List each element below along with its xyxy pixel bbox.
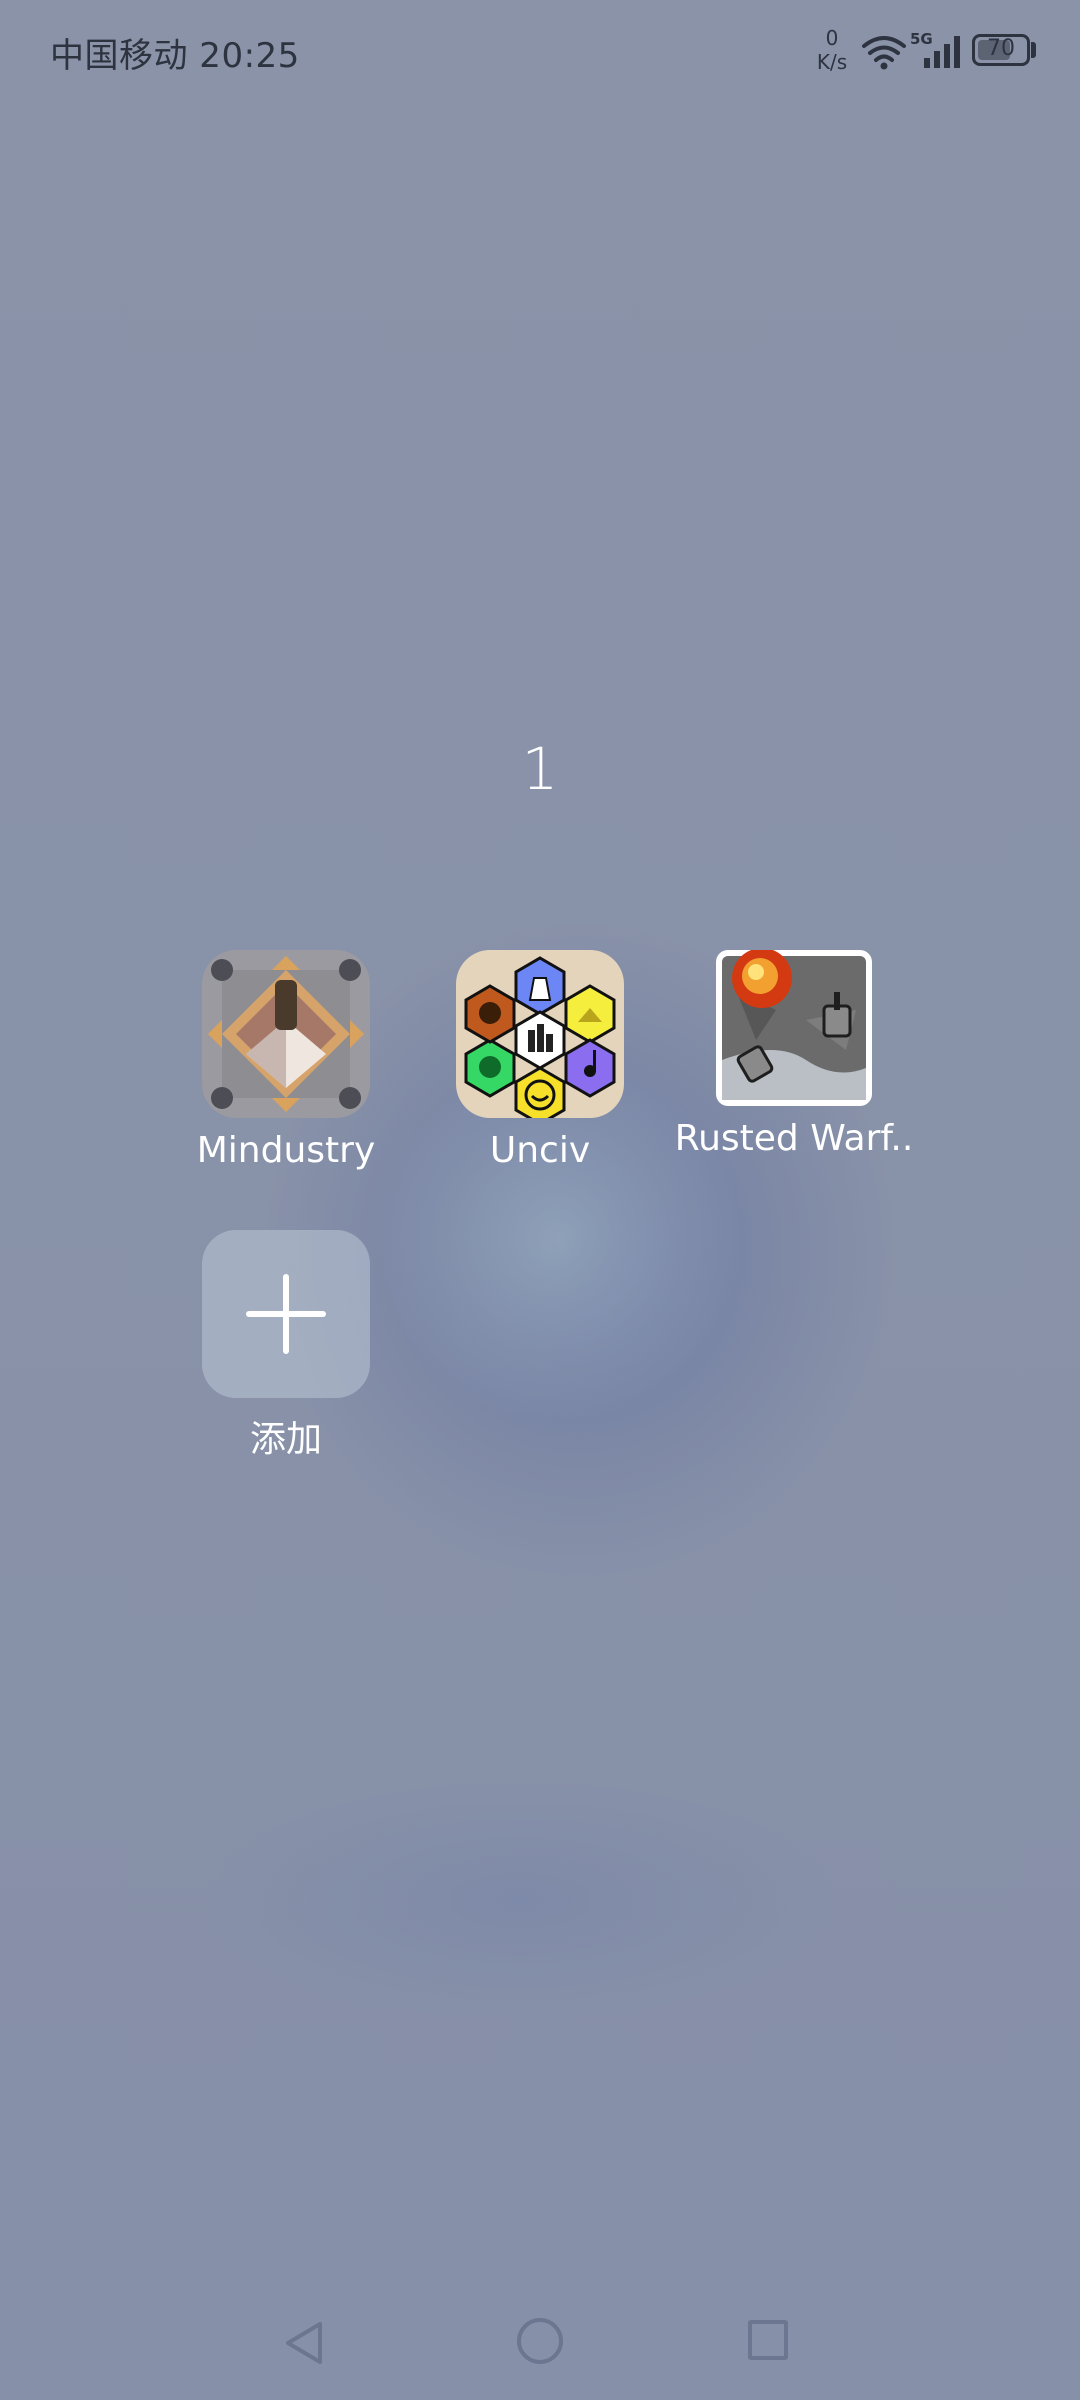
signal-icon [924, 36, 960, 68]
add-label: 添加 [249, 1419, 322, 1460]
plus-horizontal [246, 1311, 326, 1317]
network-speed-unit: K/s [816, 50, 848, 74]
recents-icon[interactable] [748, 2320, 788, 2360]
battery-icon: 70 [972, 34, 1030, 66]
plus-icon[interactable] [202, 1230, 370, 1398]
app-label: Unciv [489, 1130, 591, 1171]
carrier-time: 中国移动 20:25 [50, 36, 300, 76]
app-label: Mindustry [196, 1130, 376, 1171]
home-icon[interactable] [517, 2318, 563, 2364]
mindustry-icon[interactable] [202, 950, 370, 1118]
battery-tip [1031, 42, 1036, 58]
unciv-icon[interactable] [456, 950, 624, 1118]
battery-level: 70 [987, 36, 1015, 61]
rusted-warfare-icon[interactable] [716, 950, 872, 1106]
back-icon[interactable] [280, 2318, 330, 2368]
wallpaper [0, 0, 1080, 2400]
network-speed: 0 K/s [810, 26, 854, 74]
status-bar: 中国移动 20:25 0 K/s 5G 70 [0, 0, 1080, 110]
network-speed-value: 0 [825, 26, 839, 50]
app-rusted-warfare[interactable]: Rusted Warf.. [664, 950, 924, 1159]
wifi-icon [862, 36, 906, 70]
app-label: Rusted Warf.. [674, 1118, 914, 1159]
add-app-button[interactable]: 添加 [156, 1230, 416, 1462]
navigation-bar [0, 2300, 1080, 2380]
app-mindustry[interactable]: Mindustry [156, 950, 416, 1171]
app-unciv[interactable]: Unciv [410, 950, 670, 1171]
folder-title[interactable]: 1 [0, 735, 1080, 803]
